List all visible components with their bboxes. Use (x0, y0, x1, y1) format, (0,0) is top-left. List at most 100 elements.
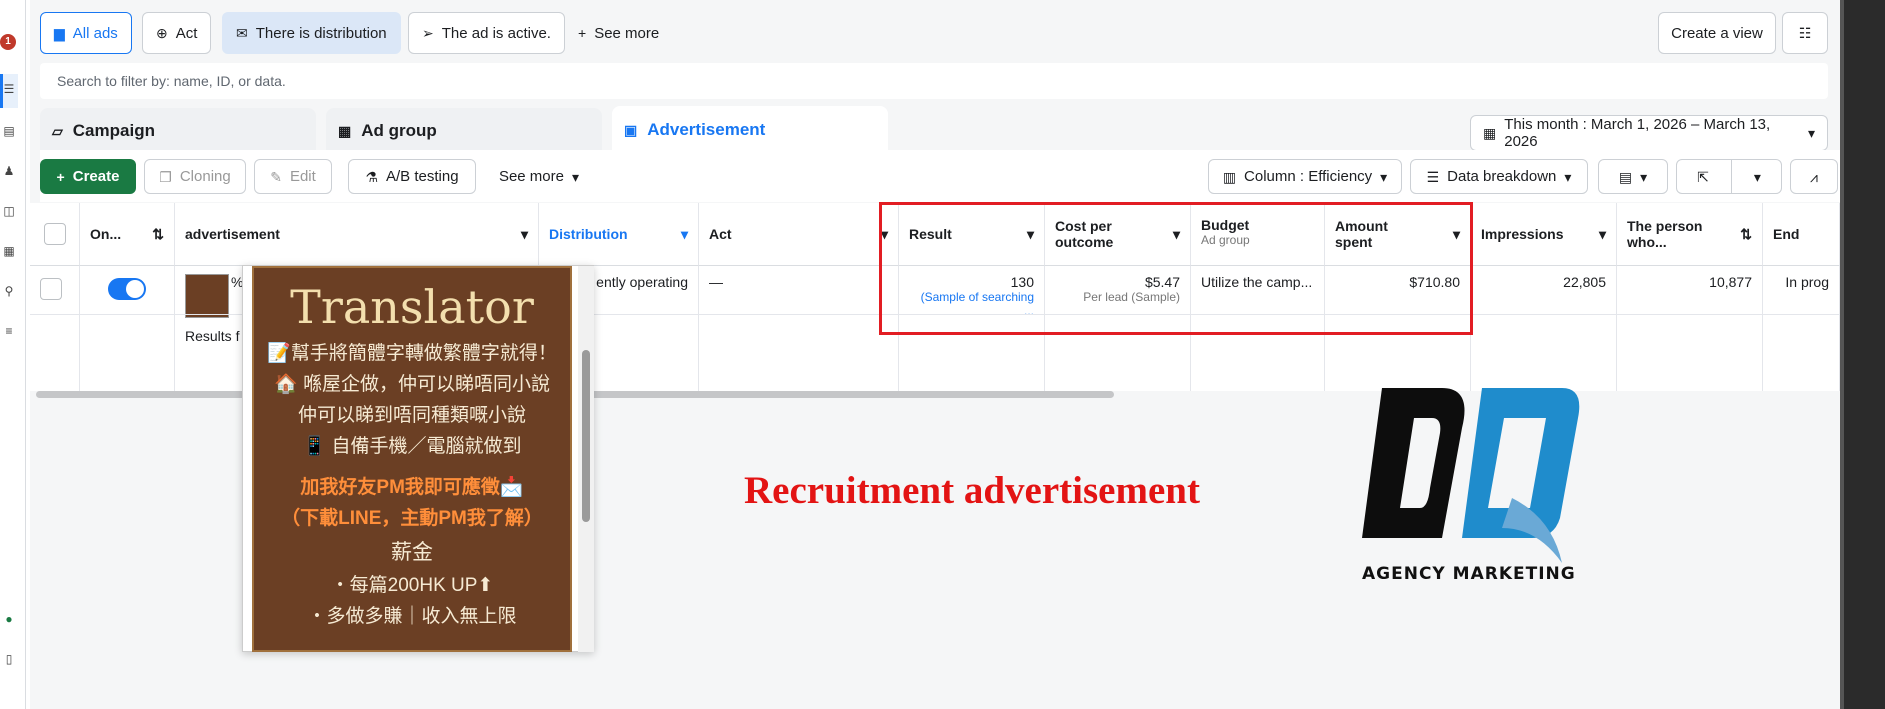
dq-logo (1362, 388, 1580, 563)
filter-act[interactable]: ⊕ Act (142, 12, 212, 54)
tab-ad-group[interactable]: ▦ Ad group (326, 108, 602, 154)
advertisement-icon: ▣ (624, 122, 638, 138)
cloning-button[interactable]: ❐ Cloning (144, 159, 246, 194)
pencil-icon: ✎ (270, 168, 282, 185)
column-end[interactable]: End (1763, 203, 1840, 266)
help-icon[interactable]: ● (2, 612, 16, 626)
poster-salary-line: ・多做多賺｜收入無上限 (307, 606, 517, 627)
caret-down-icon: ▾ (1753, 168, 1761, 185)
reports-dropdown[interactable]: ▤ ▾ (1598, 159, 1668, 194)
row-select-cell (30, 266, 80, 391)
date-range-picker[interactable]: ▦ This month : March 1, 2026 – March 13,… (1470, 115, 1828, 151)
popup-scrollbar-thumb[interactable] (582, 350, 590, 522)
plus-icon: + (56, 168, 65, 185)
ab-testing-button[interactable]: ⚗ A/B testing (348, 159, 476, 194)
poster-line: 🏠 喺屋企做，仲可以睇唔同小說 (274, 374, 550, 395)
poster-line: 📱 自備手機／電腦就做到 (302, 436, 522, 457)
page-icon[interactable]: ▯ (2, 652, 16, 666)
grid-icon: ▦ (338, 123, 352, 139)
column-person[interactable]: The person who... ⇅ (1617, 203, 1763, 266)
column-impressions[interactable]: Impressions ▾ (1471, 203, 1617, 266)
row-checkbox[interactable] (40, 278, 62, 300)
audience-icon[interactable]: ♟ (2, 164, 16, 178)
caret-down-icon: ▾ (1564, 168, 1572, 185)
toolbar-see-more[interactable]: See more ▾ (484, 159, 594, 194)
tab-campaign[interactable]: ▱ Campaign (40, 108, 316, 154)
line-chart-icon: ⩘ (1810, 168, 1818, 185)
columns-icon: ▥ (1222, 168, 1237, 185)
ads-manager-icon[interactable]: ☰ (2, 82, 16, 96)
export-button[interactable]: ⇱ ▾ (1676, 159, 1782, 194)
poster-cta: 加我好友PM我即可應徵📩 (300, 477, 524, 498)
flask-icon: ⚗ (365, 168, 378, 185)
sort-icon: ⇅ (1740, 225, 1752, 242)
create-button[interactable]: + Create (40, 159, 136, 194)
caret-down-icon: ▾ (1380, 168, 1388, 185)
sliders-icon: ☷ (1798, 25, 1812, 41)
ad-creative-poster: Translator 📝幫手將簡體字轉做繁體字就得！ 🏠 喺屋企做，仲可以睇唔同… (252, 266, 572, 652)
breakdown-icon: ☰ (1426, 168, 1440, 185)
folder-icon: ▆ (54, 25, 65, 41)
row-act: — (699, 266, 899, 391)
row-person: 10,877 (1617, 266, 1763, 391)
ad-thumbnail[interactable] (185, 274, 229, 318)
select-all-checkbox[interactable] (43, 223, 66, 245)
edit-button[interactable]: ✎ Edit (254, 159, 332, 194)
filters-see-more[interactable]: + See more (578, 12, 659, 54)
filter-all-ads[interactable]: ▆ All ads (40, 12, 132, 54)
chevron-down-icon: ▾ (1807, 125, 1815, 141)
poster-salary-title: 薪金 (391, 541, 433, 564)
poster-line: 仲可以睇到唔同種類嘅小說 (297, 405, 526, 426)
upload-circle-icon: ⊕ (156, 25, 168, 41)
column-distribution[interactable]: Distribution ▾ (539, 203, 699, 266)
row-toggle-cell (80, 266, 175, 391)
poster-salary-line: ・每篇200HK UP⬆ (330, 575, 494, 596)
search-input[interactable]: Search to filter by: name, ID, or data. (40, 63, 1828, 99)
column-advertisement[interactable]: advertisement ▾ (175, 203, 539, 266)
report-icon[interactable]: ▦ (2, 244, 16, 258)
export-icon: ⇱ (1697, 168, 1709, 185)
select-all-checkbox-cell (30, 203, 80, 266)
create-view-button[interactable]: Create a view (1658, 12, 1776, 54)
reports-icon: ▤ (1618, 168, 1633, 185)
connect-icon[interactable]: ⚲ (2, 284, 16, 298)
breakdown-dropdown[interactable]: ☰ Data breakdown ▾ (1410, 159, 1588, 194)
caret-down-icon: ▾ (520, 225, 528, 242)
filter-distribution[interactable]: ✉ There is distribution (222, 12, 401, 54)
database-icon[interactable]: ◫ (2, 204, 16, 218)
caret-down-icon: ▾ (680, 225, 688, 242)
highlight-box (879, 202, 1473, 335)
column-onoff[interactable]: On... ⇅ (80, 203, 175, 266)
calendar-icon: ▦ (1483, 125, 1497, 141)
row-impressions: 22,805 (1471, 266, 1617, 391)
campaign-folder-icon: ▱ (52, 123, 63, 139)
charts-button[interactable]: ⩘ (1790, 159, 1838, 194)
right-dark-panel (1844, 0, 1885, 709)
caret-down-icon: ▾ (1640, 168, 1648, 185)
divider (1730, 159, 1732, 194)
filter-ad-active[interactable]: ➢ The ad is active. (408, 12, 565, 54)
filter-settings-button[interactable]: ☷ (1782, 12, 1828, 54)
column-act[interactable]: Act ▾ (699, 203, 899, 266)
list-icon[interactable]: ≡ (2, 324, 16, 338)
poster-line: 📝幫手將簡體字轉做繁體字就得！ (267, 343, 557, 364)
poster-title: Translator (290, 280, 534, 334)
columns-dropdown[interactable]: ▥ Column : Efficiency ▾ (1208, 159, 1402, 194)
tab-advertisement[interactable]: ▣ Advertisement (612, 106, 888, 154)
document-icon[interactable]: ▤ (2, 124, 16, 138)
notification-badge: 1 (0, 34, 16, 50)
logo-text: AGENCY MARKETING (1362, 564, 1576, 584)
envelope-icon: ✉ (236, 25, 248, 41)
left-navigation: 1 ☰ ▤ ♟ ◫ ▦ ⚲ ≡ ● ▯ (0, 0, 26, 709)
sort-icon: ⇅ (152, 225, 164, 242)
caret-down-icon: ▾ (572, 168, 580, 185)
poster-cta: （下載LINE，主動PM我了解） (281, 508, 543, 529)
ad-on-toggle[interactable] (108, 278, 146, 300)
plus-icon: + (578, 25, 587, 41)
copy-icon: ❐ (159, 168, 172, 185)
send-icon: ➢ (422, 25, 434, 41)
row-end: In prog (1763, 266, 1840, 391)
overlay-caption: Recruitment advertisement (744, 469, 1200, 512)
filter-bar: ▆ All ads ⊕ Act ✉ There is distribution … (30, 0, 1840, 62)
caret-down-icon: ▾ (1598, 225, 1606, 242)
